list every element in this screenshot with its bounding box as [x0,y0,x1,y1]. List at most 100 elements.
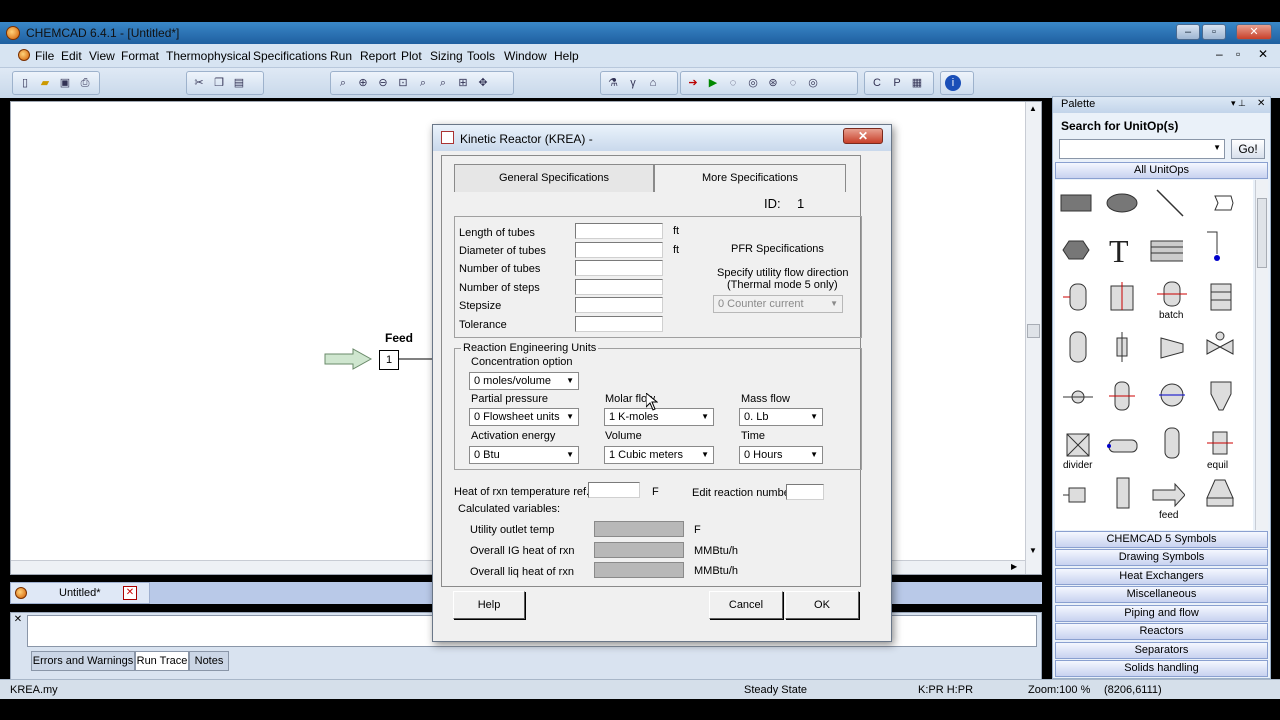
menu-specifications[interactable]: Specifications [253,49,327,63]
mdi-restore-button[interactable]: ▫ [1236,47,1240,61]
close-output-icon[interactable]: ✕ [12,614,24,626]
category-drawing-symbols[interactable]: Drawing Symbols [1055,549,1268,566]
partial-pressure-select[interactable]: 0 Flowsheet units ▼ [469,408,579,426]
mass-flow-select[interactable]: 0. Lb ▼ [739,408,823,426]
zoom-prev-icon[interactable]: ⌕ [435,75,451,91]
mdi-close-button[interactable]: ✕ [1258,47,1268,61]
menu-report[interactable]: Report [360,49,396,63]
heater-symbol-icon[interactable] [1155,378,1189,412]
number-of-tubes-input[interactable] [575,260,663,276]
zoom-fit-icon[interactable]: ⊡ [395,75,411,91]
all-unitops-category[interactable]: All UnitOps [1055,162,1268,179]
new-file-icon[interactable]: ▯ [17,75,33,91]
menu-run[interactable]: Run [330,49,352,63]
copy-icon[interactable]: ❐ [211,75,227,91]
save-icon[interactable]: ▣ [57,75,73,91]
category-separators[interactable]: Separators [1055,642,1268,659]
compressor-symbol-icon[interactable] [1155,330,1189,364]
paste-icon[interactable]: ▤ [231,75,247,91]
length-of-tubes-input[interactable] [575,223,663,239]
flash-drum-symbol-icon[interactable] [1061,280,1095,314]
column-symbol-icon[interactable] [1061,330,1095,364]
polygon-symbol-icon[interactable] [1205,186,1239,220]
tower-symbol-icon[interactable] [1105,476,1139,510]
menu-file[interactable]: File [35,49,54,63]
feed-arrow-symbol-icon[interactable] [1151,478,1185,512]
tab-general-specifications[interactable]: General Specifications [454,164,654,192]
stream-id-box[interactable]: 1 [379,350,399,370]
mode-c-icon[interactable]: C [869,75,885,91]
minimize-button[interactable]: – [1176,24,1200,40]
hexagon-symbol-icon[interactable] [1059,233,1093,267]
category-miscellaneous[interactable]: Miscellaneous [1055,586,1268,603]
run-all-icon[interactable]: ▶ [705,75,721,91]
go-button[interactable]: Go! [1231,139,1265,159]
tab-more-specifications[interactable]: More Specifications [654,164,846,192]
pan-icon[interactable]: ✥ [475,75,491,91]
run-option-4-icon[interactable]: ◌ [785,75,801,91]
palette-pin-icon[interactable]: ▾ ⊥ [1231,98,1246,109]
category-solids-handling[interactable]: Solids handling [1055,660,1268,677]
heat-of-rxn-temp-ref-input[interactable] [588,482,640,498]
tank-symbol-icon[interactable] [1155,426,1189,460]
dialog-close-icon[interactable]: ✕ [843,128,883,144]
run-option-1-icon[interactable]: ◌ [725,75,741,91]
utility-flow-direction-select[interactable]: 0 Counter current ▼ [713,295,843,313]
tab-run-trace[interactable]: Run Trace [135,651,189,671]
menu-plot[interactable]: Plot [401,49,422,63]
run-option-5-icon[interactable]: ◎ [805,75,821,91]
zoom-in-icon[interactable]: ⊕ [355,75,371,91]
menu-window[interactable]: Window [504,49,547,63]
tolerance-input[interactable] [575,316,663,332]
open-folder-icon[interactable]: ▰ [37,75,53,91]
divider-symbol-icon[interactable] [1061,428,1095,462]
palette-scrollbar[interactable] [1255,180,1268,530]
maximize-button[interactable]: ▫ [1202,24,1226,40]
document-menu-icon[interactable] [18,49,30,61]
ellipse-symbol-icon[interactable] [1105,186,1139,220]
connector-symbol-icon[interactable] [1201,230,1235,264]
menu-tools[interactable]: Tools [467,49,495,63]
pump-alt-symbol-icon[interactable] [1061,478,1095,512]
close-window-button[interactable]: ✕ [1236,24,1272,40]
scroll-up-arrow-icon[interactable]: ▲ [1029,104,1037,113]
pump-symbol-icon[interactable] [1061,380,1095,414]
table-symbol-icon[interactable] [1149,233,1183,267]
text-symbol-icon[interactable]: T [1105,233,1139,267]
menu-edit[interactable]: Edit [61,49,82,63]
tab-notes[interactable]: Notes [189,651,229,671]
info-icon[interactable]: i [945,75,961,91]
ok-button[interactable]: OK [785,591,859,619]
print-icon[interactable]: ⎙ [77,75,93,91]
redraw-icon[interactable]: ⊞ [455,75,471,91]
menu-help[interactable]: Help [554,49,579,63]
flask-icon[interactable]: ⚗ [605,75,621,91]
run-option-3-icon[interactable]: ⊛ [765,75,781,91]
edit-reaction-number-input[interactable] [786,484,824,500]
category-piping-and-flow[interactable]: Piping and flow [1055,605,1268,622]
menu-view[interactable]: View [89,49,115,63]
cyclone-symbol-icon[interactable] [1203,378,1237,412]
search-dropdown-arrow-icon[interactable]: ▼ [1213,143,1221,152]
mdi-minimize-button[interactable]: – [1216,47,1223,61]
run-stepped-icon[interactable]: ➔ [685,75,701,91]
menu-format[interactable]: Format [121,49,159,63]
scroll-right-arrow-icon[interactable]: ▶ [1011,562,1017,571]
valve-tee-symbol-icon[interactable] [1105,330,1139,364]
vessel-symbol-icon[interactable] [1105,378,1139,412]
palette-close-icon[interactable]: ✕ [1257,98,1265,109]
zoom-window-icon[interactable]: ⌕ [415,75,431,91]
thermo-icon[interactable]: γ [625,75,641,91]
line-symbol-icon[interactable] [1153,186,1187,220]
filter-symbol-icon[interactable] [1203,280,1237,314]
palette-scroll-thumb[interactable] [1257,198,1267,268]
volume-select[interactable]: 1 Cubic meters ▼ [604,446,714,464]
doc-tab-untitled[interactable]: Untitled* ✕ [10,582,150,604]
concentration-option-select[interactable]: 0 moles/volume ▼ [469,372,579,390]
equilibrium-reactor-symbol-icon[interactable] [1203,426,1237,460]
cancel-button[interactable]: Cancel [709,591,783,619]
scroll-thumb[interactable] [1027,324,1040,338]
mode-p-icon[interactable]: P [889,75,905,91]
number-of-steps-input[interactable] [575,279,663,295]
diameter-of-tubes-input[interactable] [575,242,663,258]
